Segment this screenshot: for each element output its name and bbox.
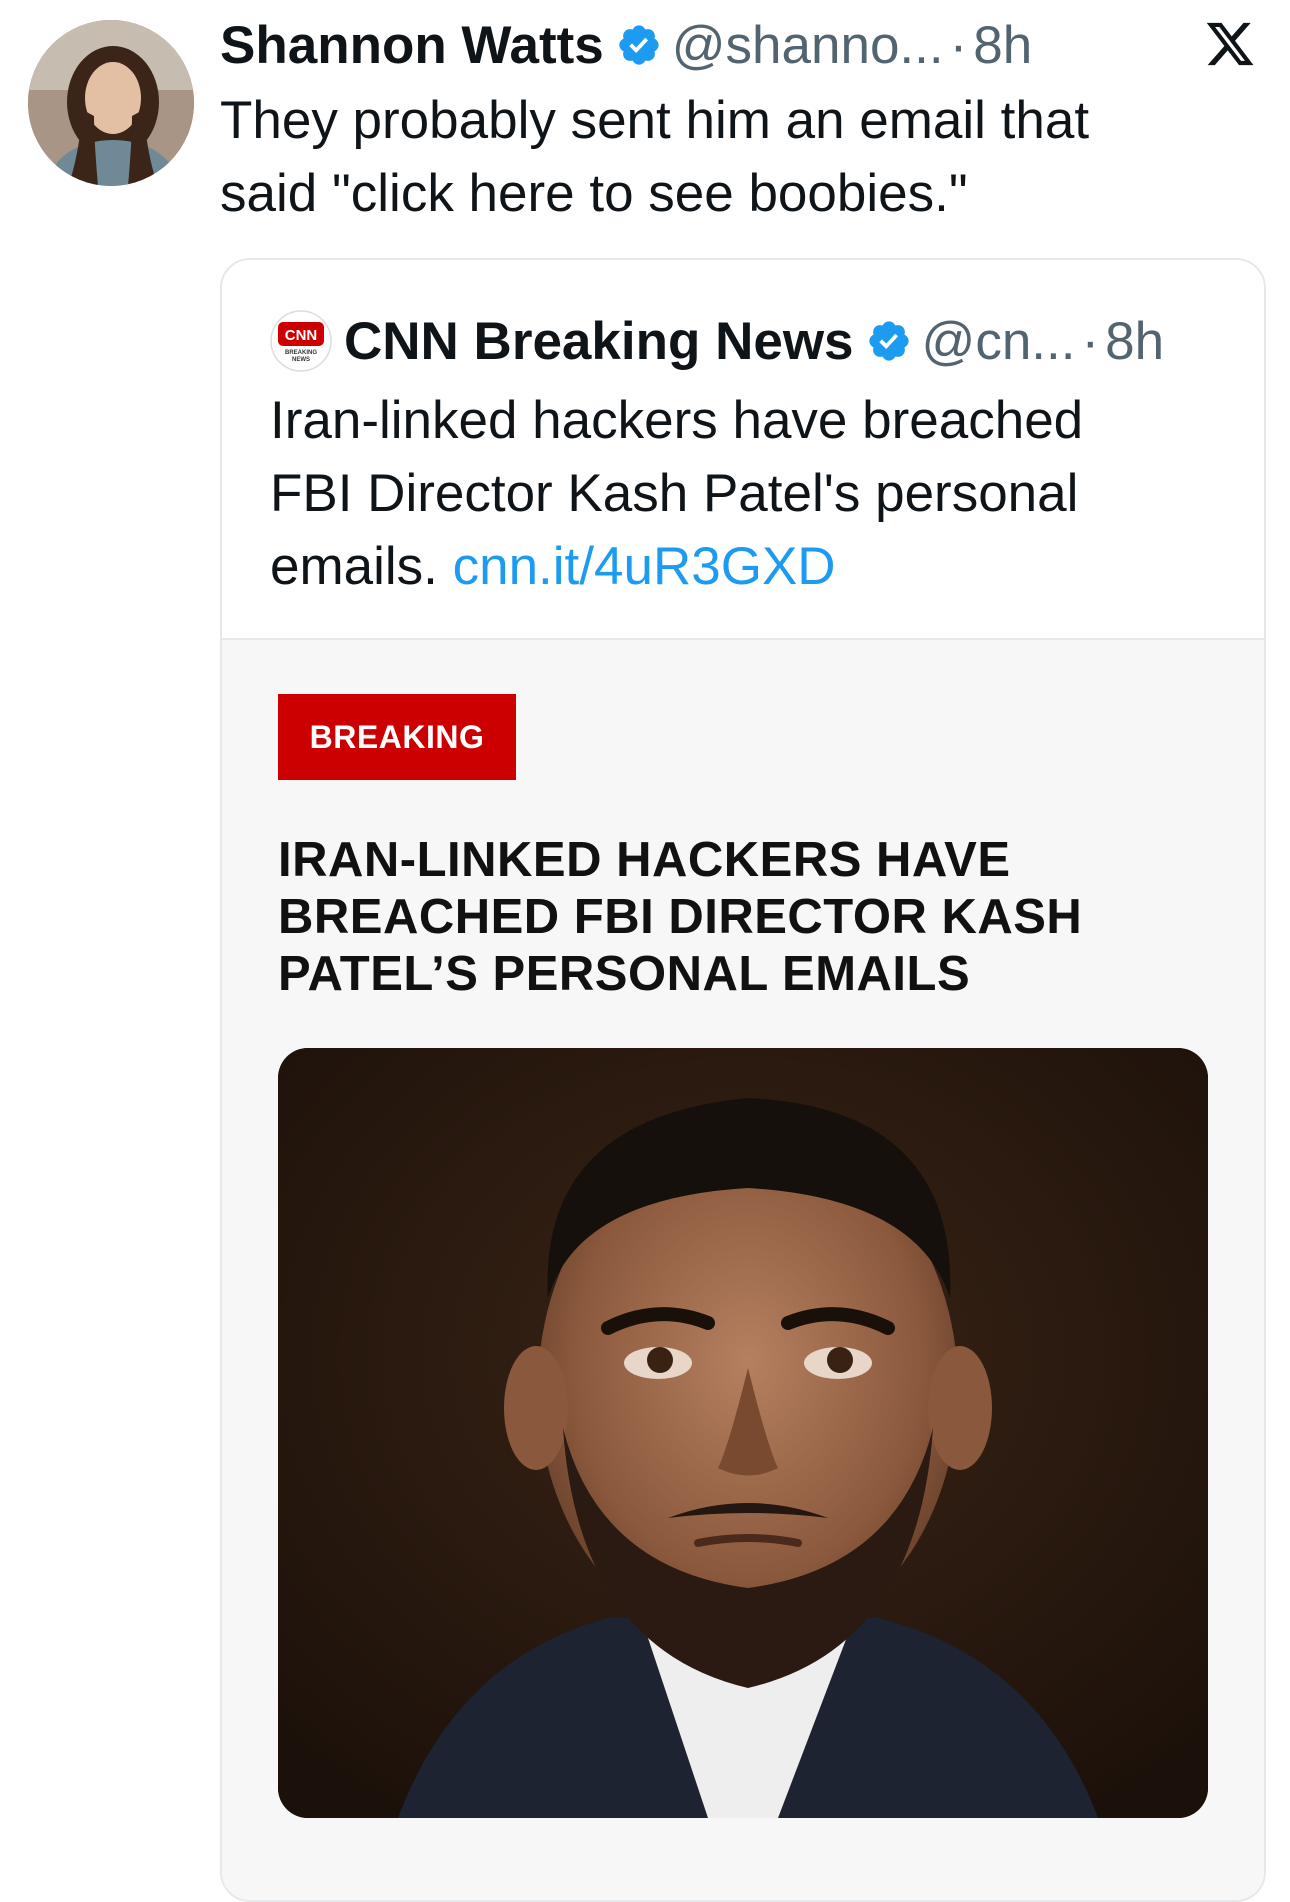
author-handle[interactable]: @shanno... bbox=[672, 15, 944, 76]
quoted-tweet-header: CNN BREAKING NEWS CNN Breaking News @cn.… bbox=[270, 306, 1164, 376]
verified-badge-icon bbox=[619, 25, 659, 65]
profile-photo bbox=[28, 20, 194, 186]
quoted-timestamp[interactable]: 8h bbox=[1105, 311, 1164, 372]
timestamp[interactable]: 8h bbox=[973, 15, 1032, 76]
quoted-text-line: FBI Director Kash Patel's personal bbox=[270, 464, 1079, 523]
tweet-text-line: They probably sent him an email that bbox=[220, 91, 1090, 150]
x-logo-icon[interactable] bbox=[1204, 18, 1256, 70]
separator-dot: · bbox=[949, 15, 968, 75]
quoted-text-line-last: emails. cnn.it/4uR3GXD bbox=[270, 530, 1230, 603]
separator-dot: · bbox=[1081, 311, 1100, 371]
article-link[interactable]: cnn.it/4uR3GXD bbox=[453, 537, 836, 596]
article-photo[interactable] bbox=[278, 1048, 1208, 1818]
quoted-tweet-card[interactable]: CNN BREAKING NEWS CNN Breaking News @cn.… bbox=[220, 258, 1266, 1902]
quoted-text-prefix: emails. bbox=[270, 537, 453, 596]
svg-text:CNN: CNN bbox=[285, 327, 318, 344]
kash-patel-photo bbox=[278, 1048, 1208, 1818]
tweet-text-line: said "click here to see boobies." bbox=[220, 164, 968, 223]
quoted-tweet-text: Iran-linked hackers have breached FBI Di… bbox=[270, 384, 1230, 603]
svg-text:NEWS: NEWS bbox=[292, 357, 310, 363]
tweet-text: They probably sent him an email that sai… bbox=[220, 84, 1220, 230]
quoted-text-line: Iran-linked hackers have breached bbox=[270, 391, 1084, 450]
headline-line: BREACHED FBI DIRECTOR KASH bbox=[278, 890, 1083, 944]
headline-line: IRAN-LINKED HACKERS HAVE bbox=[278, 833, 1011, 887]
tweet-header: Shannon Watts @shanno... · 8h bbox=[220, 10, 1032, 80]
headline-line: PATEL’S PERSONAL EMAILS bbox=[278, 947, 971, 1001]
article-preview-card[interactable]: BREAKING IRAN-LINKED HACKERS HAVE BREACH… bbox=[222, 638, 1264, 1900]
author-name[interactable]: Shannon Watts bbox=[220, 15, 604, 76]
quoted-author-handle[interactable]: @cn... bbox=[922, 311, 1076, 372]
verified-badge-icon bbox=[868, 321, 909, 361]
article-headline: IRAN-LINKED HACKERS HAVE BREACHED FBI DI… bbox=[278, 832, 1238, 1003]
avatar[interactable] bbox=[28, 20, 194, 186]
quoted-author-name[interactable]: CNN Breaking News bbox=[344, 311, 854, 372]
breaking-badge: BREAKING bbox=[278, 694, 516, 780]
svg-text:BREAKING: BREAKING bbox=[285, 350, 317, 356]
cnn-breaking-news-logo[interactable]: CNN BREAKING NEWS bbox=[270, 310, 332, 372]
